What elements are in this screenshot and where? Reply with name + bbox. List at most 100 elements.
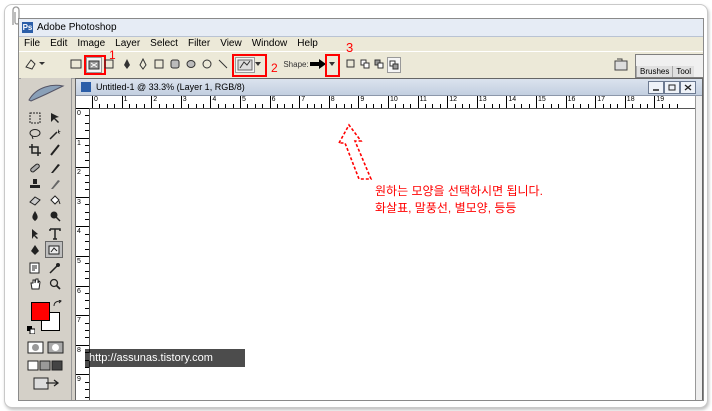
ruler-tick (76, 374, 89, 376)
app-title: Adobe Photoshop (37, 22, 117, 33)
foreground-color-swatch[interactable] (31, 302, 50, 321)
ruler-tick (85, 122, 89, 124)
jump-to-imageready[interactable] (25, 376, 67, 391)
menu-filter[interactable]: Filter (183, 37, 215, 51)
menu-window[interactable]: Window (247, 37, 293, 51)
add-mode-icon (360, 59, 370, 69)
path-selection-tool[interactable] (27, 226, 43, 241)
watermark: http://assunas.tistory.com (85, 349, 245, 367)
screen-mode-buttons[interactable] (25, 358, 67, 373)
history-brush-icon (51, 179, 60, 189)
eyedropper-tool[interactable] (47, 260, 63, 275)
menu-file[interactable]: File (19, 37, 45, 51)
ruler-tick (521, 104, 523, 108)
ruler-tick (380, 104, 382, 108)
ruler-tick (85, 293, 89, 294)
menu-help[interactable]: Help (292, 37, 323, 51)
menu-view[interactable]: View (215, 37, 247, 51)
notes-tool[interactable] (27, 260, 43, 275)
close-button[interactable] (680, 81, 696, 94)
crop-tool[interactable] (27, 142, 43, 157)
highlight-box-2 (232, 54, 267, 77)
ruler-h-label: 1 (123, 96, 128, 103)
rectangle-option[interactable] (153, 57, 165, 71)
magic-wand-tool[interactable] (47, 126, 63, 141)
palette-tab-brushes[interactable]: Brushes (636, 66, 673, 77)
ruler-tick (85, 219, 89, 220)
tool-preset-picker[interactable] (23, 57, 45, 71)
palette-tab-tool[interactable]: Tool (672, 66, 695, 77)
ruler-tick (573, 104, 574, 108)
pen-tool[interactable] (27, 242, 43, 257)
ruler-tick (447, 96, 449, 108)
menu-edit[interactable]: Edit (45, 37, 72, 51)
ruler-tick (85, 300, 89, 302)
maximize-button[interactable] (664, 81, 680, 94)
slice-tool[interactable] (47, 142, 63, 157)
ruler-h-label: 15 (538, 96, 546, 103)
rounded-rect-option[interactable] (169, 57, 181, 71)
ruler-tick (76, 196, 89, 198)
shape-layers-button[interactable] (70, 57, 82, 71)
ruler-tick (351, 104, 352, 108)
default-colors-button[interactable] (27, 326, 36, 335)
vertical-scrollbar[interactable] (695, 96, 702, 400)
hand-tool[interactable] (27, 276, 43, 291)
annotation-number-2: 2 (271, 61, 278, 75)
custom-shape-tool[interactable] (45, 241, 63, 258)
ruler-h-label: 10 (390, 96, 398, 103)
history-brush-tool[interactable] (47, 176, 63, 191)
menu-image[interactable]: Image (72, 37, 110, 51)
pen-icon (124, 59, 130, 69)
brush-tool[interactable] (47, 160, 63, 175)
swap-colors-button[interactable] (53, 299, 63, 308)
ellipse-option[interactable] (185, 57, 197, 71)
ruler-tick (632, 104, 634, 108)
marquee-icon (29, 112, 41, 123)
ruler-tick (676, 104, 678, 108)
horizontal-ruler[interactable]: 0 1 2 3 4 5 6 7 8 9 10 11 12 13 14 15 16 17 18 19 (90, 96, 700, 109)
polygon-option[interactable] (201, 57, 213, 71)
freeform-pen-option[interactable] (137, 57, 149, 71)
ruler-tick (232, 104, 234, 108)
zoom-tool[interactable] (47, 276, 63, 291)
ruler-tick (536, 96, 537, 108)
ruler-tick (439, 104, 441, 108)
magic-wand-icon (49, 128, 61, 140)
polygon-icon (202, 59, 212, 69)
move-tool[interactable] (47, 110, 63, 125)
quickmask-toggle[interactable] (25, 340, 67, 355)
type-tool[interactable] (47, 226, 63, 241)
ruler-tick (76, 256, 89, 257)
lasso-icon (29, 128, 41, 139)
lasso-tool[interactable] (27, 126, 43, 141)
marquee-tool[interactable] (27, 110, 43, 125)
menu-select[interactable]: Select (145, 37, 183, 51)
fill-pixels-button[interactable] (103, 57, 115, 71)
pen-option[interactable] (121, 57, 133, 71)
paint-bucket-tool[interactable] (47, 192, 63, 207)
combine-mode-3[interactable] (373, 57, 385, 71)
ruler-h-label: 17 (597, 96, 605, 103)
new-layer-mode-icon (346, 59, 355, 68)
combine-mode-1[interactable] (345, 57, 357, 71)
default-colors-icon (27, 326, 36, 335)
line-option[interactable] (217, 57, 229, 71)
ruler-tick (624, 96, 626, 108)
brush-icon (51, 163, 60, 173)
combine-mode-2[interactable] (359, 57, 371, 71)
healing-icon (30, 163, 40, 172)
minimize-button[interactable] (648, 81, 664, 94)
photoshop-window: Ps Adobe Photoshop File Edit Image Layer… (18, 18, 704, 401)
combine-mode-4[interactable] (387, 57, 401, 73)
healing-brush-tool[interactable] (27, 160, 43, 175)
quickmask-icon (27, 341, 64, 354)
ruler-tick (328, 96, 330, 108)
blur-tool[interactable] (27, 208, 43, 223)
dodge-tool[interactable] (47, 208, 63, 223)
file-browser-button[interactable] (613, 57, 629, 71)
pen-icon (31, 244, 39, 255)
ruler-tick (476, 96, 478, 108)
clone-stamp-tool[interactable] (27, 176, 43, 191)
eraser-tool[interactable] (27, 192, 43, 207)
